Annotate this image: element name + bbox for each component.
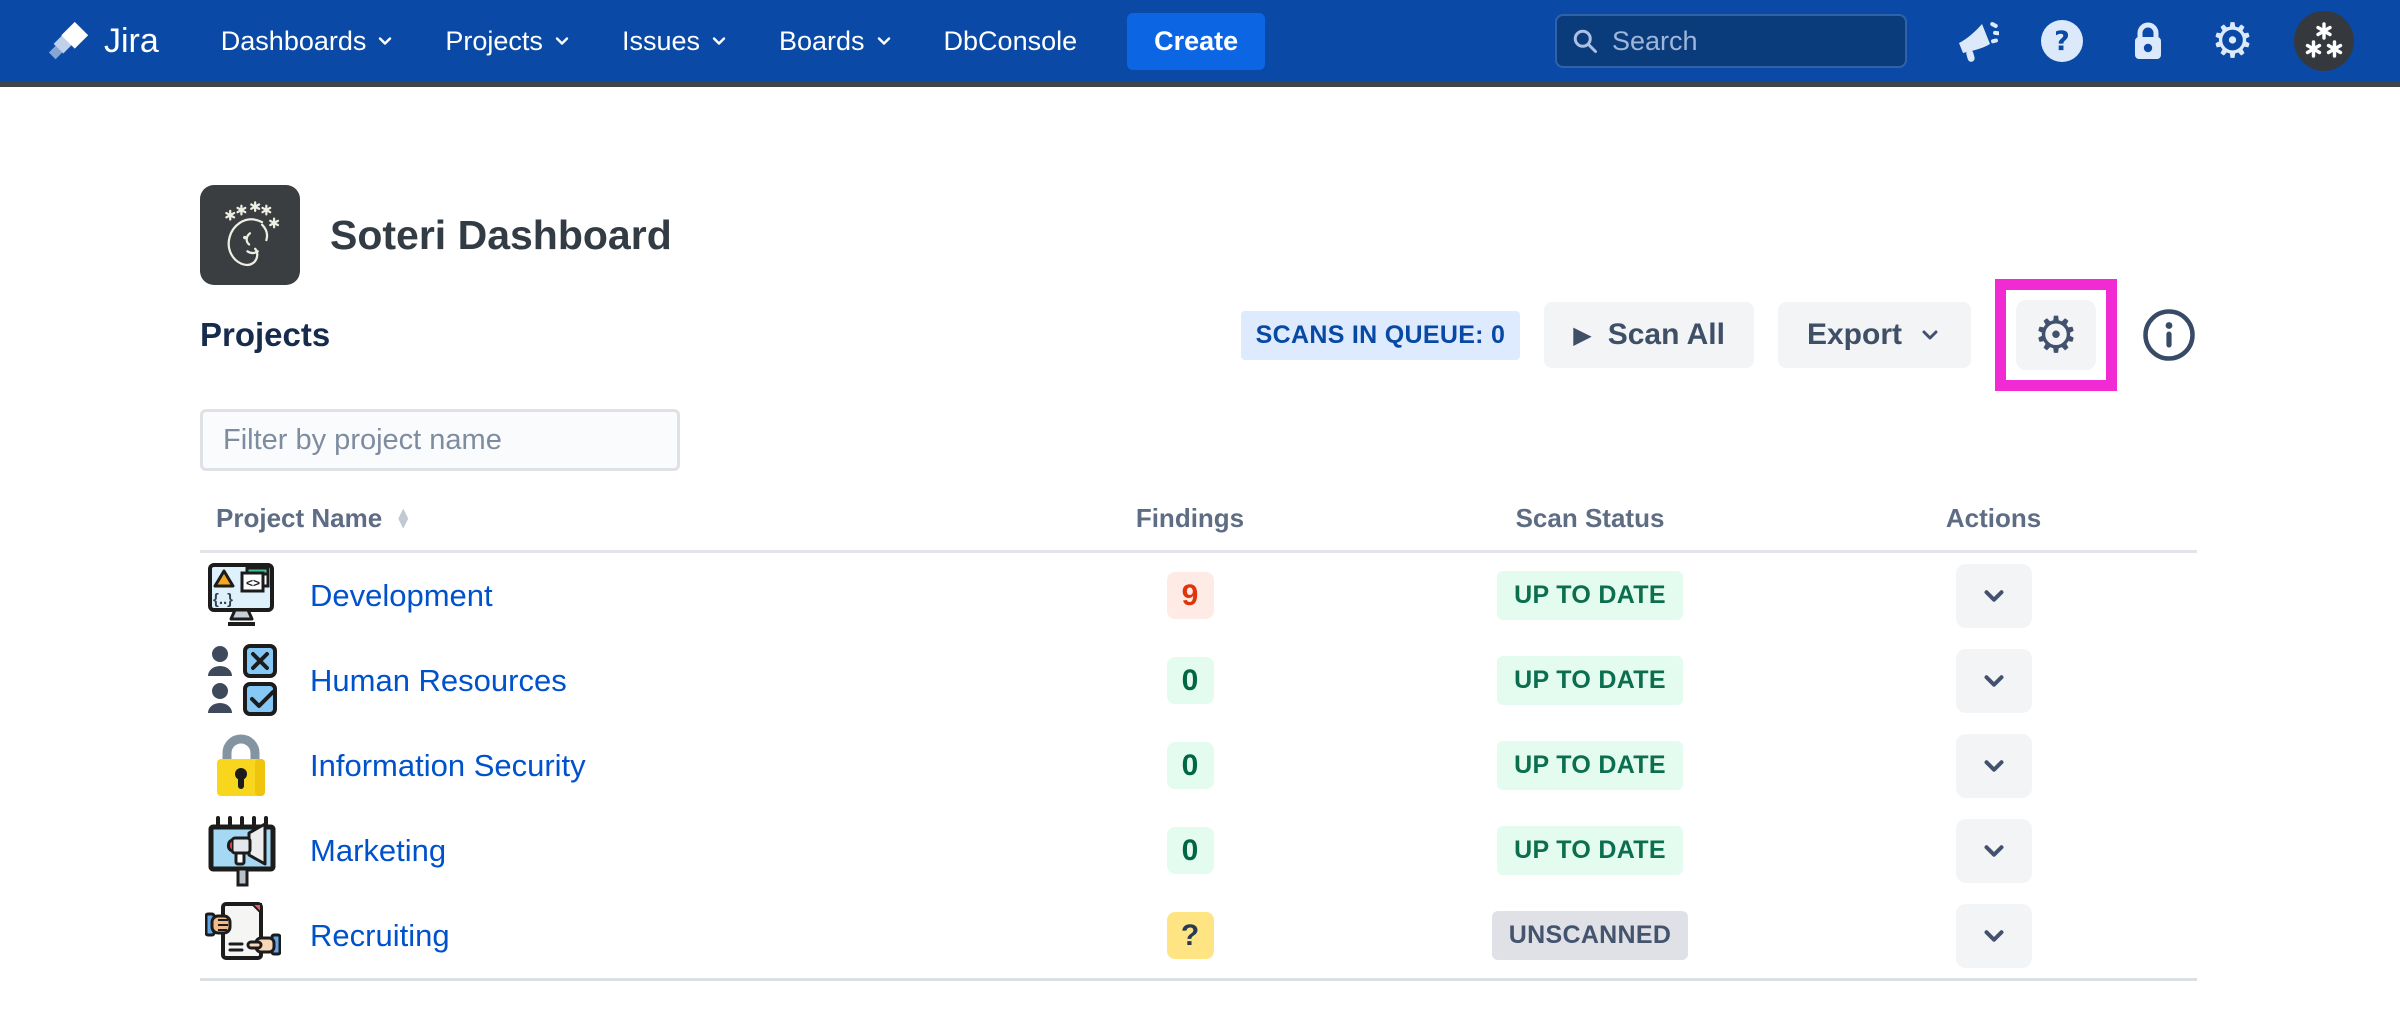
column-header-actions: Actions [1945,503,2042,533]
scan-status-badge: UP TO DATE [1497,571,1683,620]
scan-all-button[interactable]: ▶ Scan All [1544,302,1754,368]
nav-item-dbconsole[interactable]: DbConsole [944,26,1078,57]
findings-badge: 9 [1166,572,1214,619]
jira-brand[interactable]: Jira [46,18,159,64]
column-header-project-name[interactable]: Project Name ▲ ▼ [200,503,990,534]
nav-menu: Dashboards Projects Issues Boards DbCons… [221,26,1077,57]
section-bar: Projects SCANS IN QUEUE: 0 ▶ Scan All Ex… [200,279,2197,391]
search-icon [1570,26,1600,56]
svg-text:{..}: {..} [213,591,233,608]
nav-bottom-divider [0,82,2400,87]
soteri-avatar-icon [2305,22,2343,58]
jira-logo-icon [46,18,92,64]
table-row: Marketing 0 UP TO DATE [200,808,2197,893]
nav-item-boards[interactable]: Boards [779,26,892,57]
marketing-icon [202,810,284,892]
soteri-logo-icon [200,185,300,285]
row-actions-dropdown-button[interactable] [1955,648,2032,713]
gear-icon: ⚙ [2033,306,2079,364]
toolbar: SCANS IN QUEUE: 0 ▶ Scan All Export ⚙ [1240,279,2197,391]
table-row: {..} <> Development 9 UP TO DATE [200,553,2197,638]
row-actions-dropdown-button[interactable] [1955,818,2032,883]
row-actions-dropdown-button[interactable] [1955,903,2032,968]
findings-badge: ? [1166,912,1214,959]
info-icon[interactable] [2141,307,2197,363]
scan-status-badge: UP TO DATE [1497,656,1683,705]
project-name-link[interactable]: Human Resources [310,663,567,699]
scans-in-queue-badge: SCANS IN QUEUE: 0 [1240,310,1521,360]
information-security-icon [202,725,284,807]
projects-table: Project Name ▲ ▼ Findings Scan Status Act… [200,503,2197,981]
user-avatar[interactable] [2294,11,2354,71]
gear-icon[interactable]: ⚙ [2211,17,2254,65]
svg-text:?: ? [2054,26,2070,57]
page-title: Soteri Dashboard [330,211,672,258]
search-input[interactable] [1609,24,1892,58]
project-name-link[interactable]: Information Security [310,748,586,784]
table-row: Human Resources 0 UP TO DATE [200,638,2197,723]
findings-badge: 0 [1166,657,1214,704]
highlight-box: ⚙ [1995,279,2117,391]
scan-status-badge: UP TO DATE [1497,741,1683,790]
scan-status-badge: UNSCANNED [1491,911,1689,960]
sort-icon: ▲ ▼ [398,505,409,531]
development-icon: {..} <> [202,555,284,637]
row-actions-dropdown-button[interactable] [1955,563,2032,628]
column-header-scan-status: Scan Status [1515,503,1665,533]
projects-heading: Projects [200,316,331,353]
export-dropdown-button[interactable]: Export [1777,302,1971,368]
chevron-down-icon [1979,581,2009,611]
chevron-down-icon [379,37,392,45]
chevron-down-icon [877,37,890,45]
chevron-down-icon [1979,751,2009,781]
settings-gear-button[interactable]: ⚙ [2016,300,2096,370]
create-button[interactable]: Create [1127,12,1266,70]
nav-item-issues[interactable]: Issues [622,26,727,57]
human-resources-icon [202,640,284,722]
project-filter-input[interactable] [200,409,680,471]
project-name-link[interactable]: Marketing [310,833,446,869]
recruiting-icon [202,895,284,977]
help-icon[interactable]: ? [2039,18,2085,64]
app-header: Soteri Dashboard [200,185,2197,285]
nav-item-projects[interactable]: Projects [445,26,570,57]
findings-badge: 0 [1166,742,1214,789]
lock-icon[interactable] [2125,18,2171,64]
search-box[interactable] [1554,14,1907,68]
chevron-down-icon [555,37,569,45]
chevron-down-icon [1979,921,2009,951]
svg-text:<>: <> [246,576,260,590]
row-actions-dropdown-button[interactable] [1955,733,2032,798]
page-content: Soteri Dashboard Projects SCANS IN QUEUE… [0,185,2400,981]
scan-status-badge: UP TO DATE [1497,826,1683,875]
chevron-down-icon [1979,666,2009,696]
findings-badge: 0 [1166,827,1214,874]
project-name-link[interactable]: Development [310,578,493,614]
nav-item-dashboards[interactable]: Dashboards [221,26,394,57]
column-header-findings: Findings [1135,503,1245,533]
nav-icon-cluster: ? ⚙ [1953,11,2354,71]
brand-name: Jira [104,21,159,60]
top-navigation-bar: Jira Dashboards Projects Issues Boards D… [0,0,2400,82]
chevron-down-icon [1979,836,2009,866]
play-icon: ▶ [1573,321,1592,349]
table-row: Information Security 0 UP TO DATE [200,723,2197,808]
project-name-link[interactable]: Recruiting [310,918,450,954]
table-header-row: Project Name ▲ ▼ Findings Scan Status Act… [200,503,2197,553]
table-row: Recruiting ? UNSCANNED [200,893,2197,978]
announcement-icon[interactable] [1953,18,1999,64]
projects-table-body: {..} <> Development 9 UP TO DATE Human R… [200,553,2197,981]
chevron-down-icon [712,37,726,45]
chevron-down-icon [1918,323,1942,347]
